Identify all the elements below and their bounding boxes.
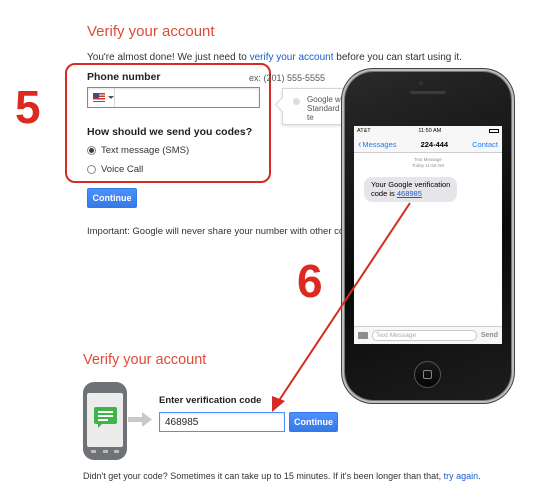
retry-text: Didn't get your code? Sometimes it can t… [83,471,444,481]
sms-message-icon [94,407,117,428]
android-screen [87,393,123,447]
android-phone-icon [83,382,127,460]
arrow-head [272,396,285,412]
android-nav-keys [91,450,119,455]
retry-note: Didn't get your code? Sometimes it can t… [83,471,481,481]
verification-code-input[interactable]: 468985 [159,412,285,432]
verification-code-label: Enter verification code [159,395,262,406]
arrow-line [277,202,411,403]
verification-code-value: 468985 [165,416,199,428]
step6-title: Verify your account [83,352,207,368]
arrow-right-icon [128,412,152,427]
try-again-link[interactable]: try again [444,471,479,481]
verify-continue-button[interactable]: Continue [289,412,338,432]
retry-text-end: . [478,471,481,481]
